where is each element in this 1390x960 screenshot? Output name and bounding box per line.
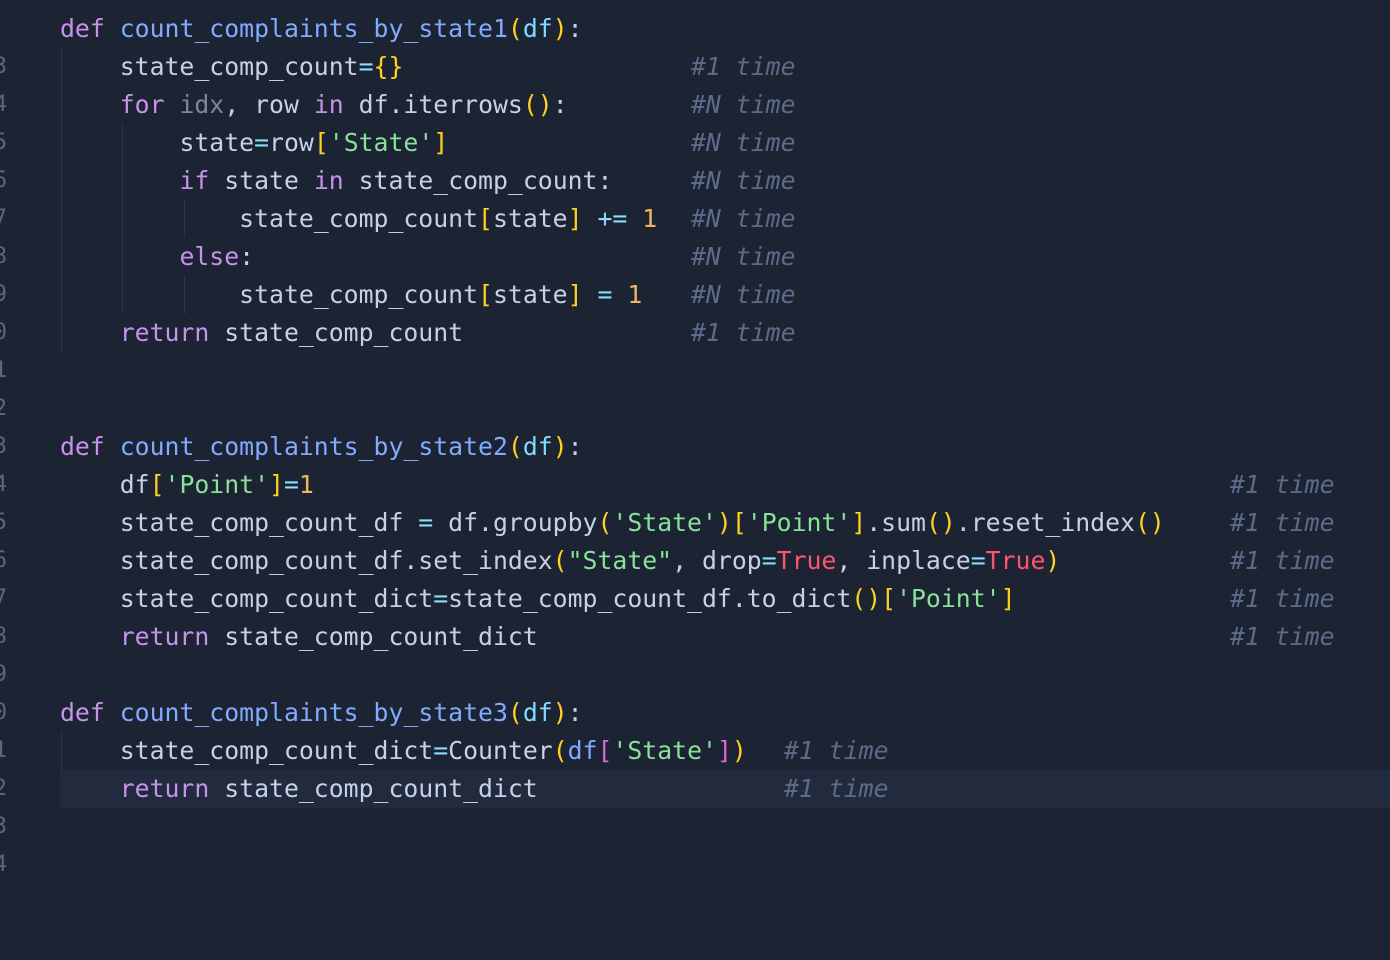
code-comment: #1 time [1230, 622, 1335, 651]
code-text[interactable]: for idx, row in df.iterrows(): [60, 86, 568, 124]
code-text[interactable]: df['Point']=1 [60, 466, 314, 504]
code-text[interactable]: def count_complaints_by_state2(df): [60, 428, 583, 466]
code-comment: #1 time [1230, 470, 1335, 499]
code-text[interactable]: def count_complaints_by_state1(df): [60, 10, 583, 48]
code-text[interactable]: state_comp_count_df.set_index("State", d… [60, 542, 1061, 580]
code-line-active[interactable]: 3 return state_comp_count_dict #1 time [0, 770, 1390, 839]
code-line[interactable]: 3 def count_complaints_by_state1(df): [0, 10, 1390, 79]
code-text[interactable]: else: [60, 238, 254, 276]
code-line[interactable]: 3 [0, 390, 1390, 459]
code-comment: #1 time [691, 318, 796, 347]
code-line[interactable]: 0 state_comp_count[state] = 1 #N time [0, 276, 1390, 345]
code-line[interactable]: 2 state_comp_count_dict=Counter(df['Stat… [0, 732, 1390, 801]
code-line[interactable]: 6 state_comp_count_df = df.groupby('Stat… [0, 504, 1390, 573]
code-comment: #1 time [1230, 584, 1335, 613]
code-line[interactable]: 9 else: #N time [0, 238, 1390, 307]
line-number: 2 [0, 776, 7, 801]
code-line[interactable]: 5 df['Point']=1 #1 time [0, 466, 1390, 535]
code-comment: #1 time [691, 52, 796, 81]
code-line[interactable]: 8 state_comp_count_dict=state_comp_count… [0, 580, 1390, 649]
code-line[interactable]: 6 state=row['State'] #N time [0, 124, 1390, 193]
code-line[interactable]: 8 state_comp_count[state] += 1 #N time [0, 200, 1390, 269]
code-line[interactable]: 1 def count_complaints_by_state3(df): [0, 694, 1390, 763]
code-line[interactable]: 5 for idx, row in df.iterrows(): #N time [0, 86, 1390, 155]
code-line[interactable]: 7 if state in state_comp_count: #N time [0, 162, 1390, 231]
line-number: 4 [0, 852, 7, 877]
code-line[interactable]: 9 return state_comp_count_dict #1 time [0, 618, 1390, 687]
code-text[interactable]: state_comp_count[state] = 1 [60, 276, 642, 314]
code-line[interactable]: 1 return state_comp_count #1 time [0, 314, 1390, 383]
code-comment: #N time [691, 280, 796, 309]
code-comment: #N time [691, 90, 796, 119]
code-editor[interactable]: 3 def count_complaints_by_state1(df): 4 … [0, 0, 1390, 877]
code-text[interactable]: return state_comp_count_dict [60, 770, 538, 808]
code-line[interactable]: 2 [0, 352, 1390, 421]
code-line[interactable]: 4 [0, 808, 1390, 877]
code-text[interactable]: def count_complaints_by_state3(df): [60, 694, 583, 732]
code-comment: #1 time [784, 774, 889, 803]
code-comment: #N time [691, 242, 796, 271]
code-line[interactable]: 4 def count_complaints_by_state2(df): [0, 428, 1390, 497]
code-line[interactable]: 4 state_comp_count={} #1 time [0, 48, 1390, 117]
code-comment: #1 time [1230, 508, 1335, 537]
code-line[interactable]: 7 state_comp_count_df.set_index("State",… [0, 542, 1390, 611]
code-text[interactable]: state_comp_count_dict=Counter(df['State'… [60, 732, 747, 770]
code-text[interactable]: return state_comp_count_dict [60, 618, 538, 656]
code-text[interactable]: state=row['State'] [60, 124, 448, 162]
code-text[interactable]: if state in state_comp_count: [60, 162, 612, 200]
code-text[interactable]: state_comp_count_dict=state_comp_count_d… [60, 580, 1016, 618]
code-comment: #N time [691, 128, 796, 157]
code-comment: #1 time [1230, 546, 1335, 575]
code-text[interactable]: state_comp_count[state] += 1 [60, 200, 657, 238]
code-comment: #N time [691, 204, 796, 233]
code-text[interactable]: return state_comp_count [60, 314, 463, 352]
code-comment: #N time [691, 166, 796, 195]
code-text[interactable]: state_comp_count={} [60, 48, 404, 86]
code-line[interactable]: 0 [0, 656, 1390, 725]
code-comment: #1 time [784, 736, 889, 765]
code-text[interactable]: state_comp_count_df = df.groupby('State'… [60, 504, 1165, 542]
